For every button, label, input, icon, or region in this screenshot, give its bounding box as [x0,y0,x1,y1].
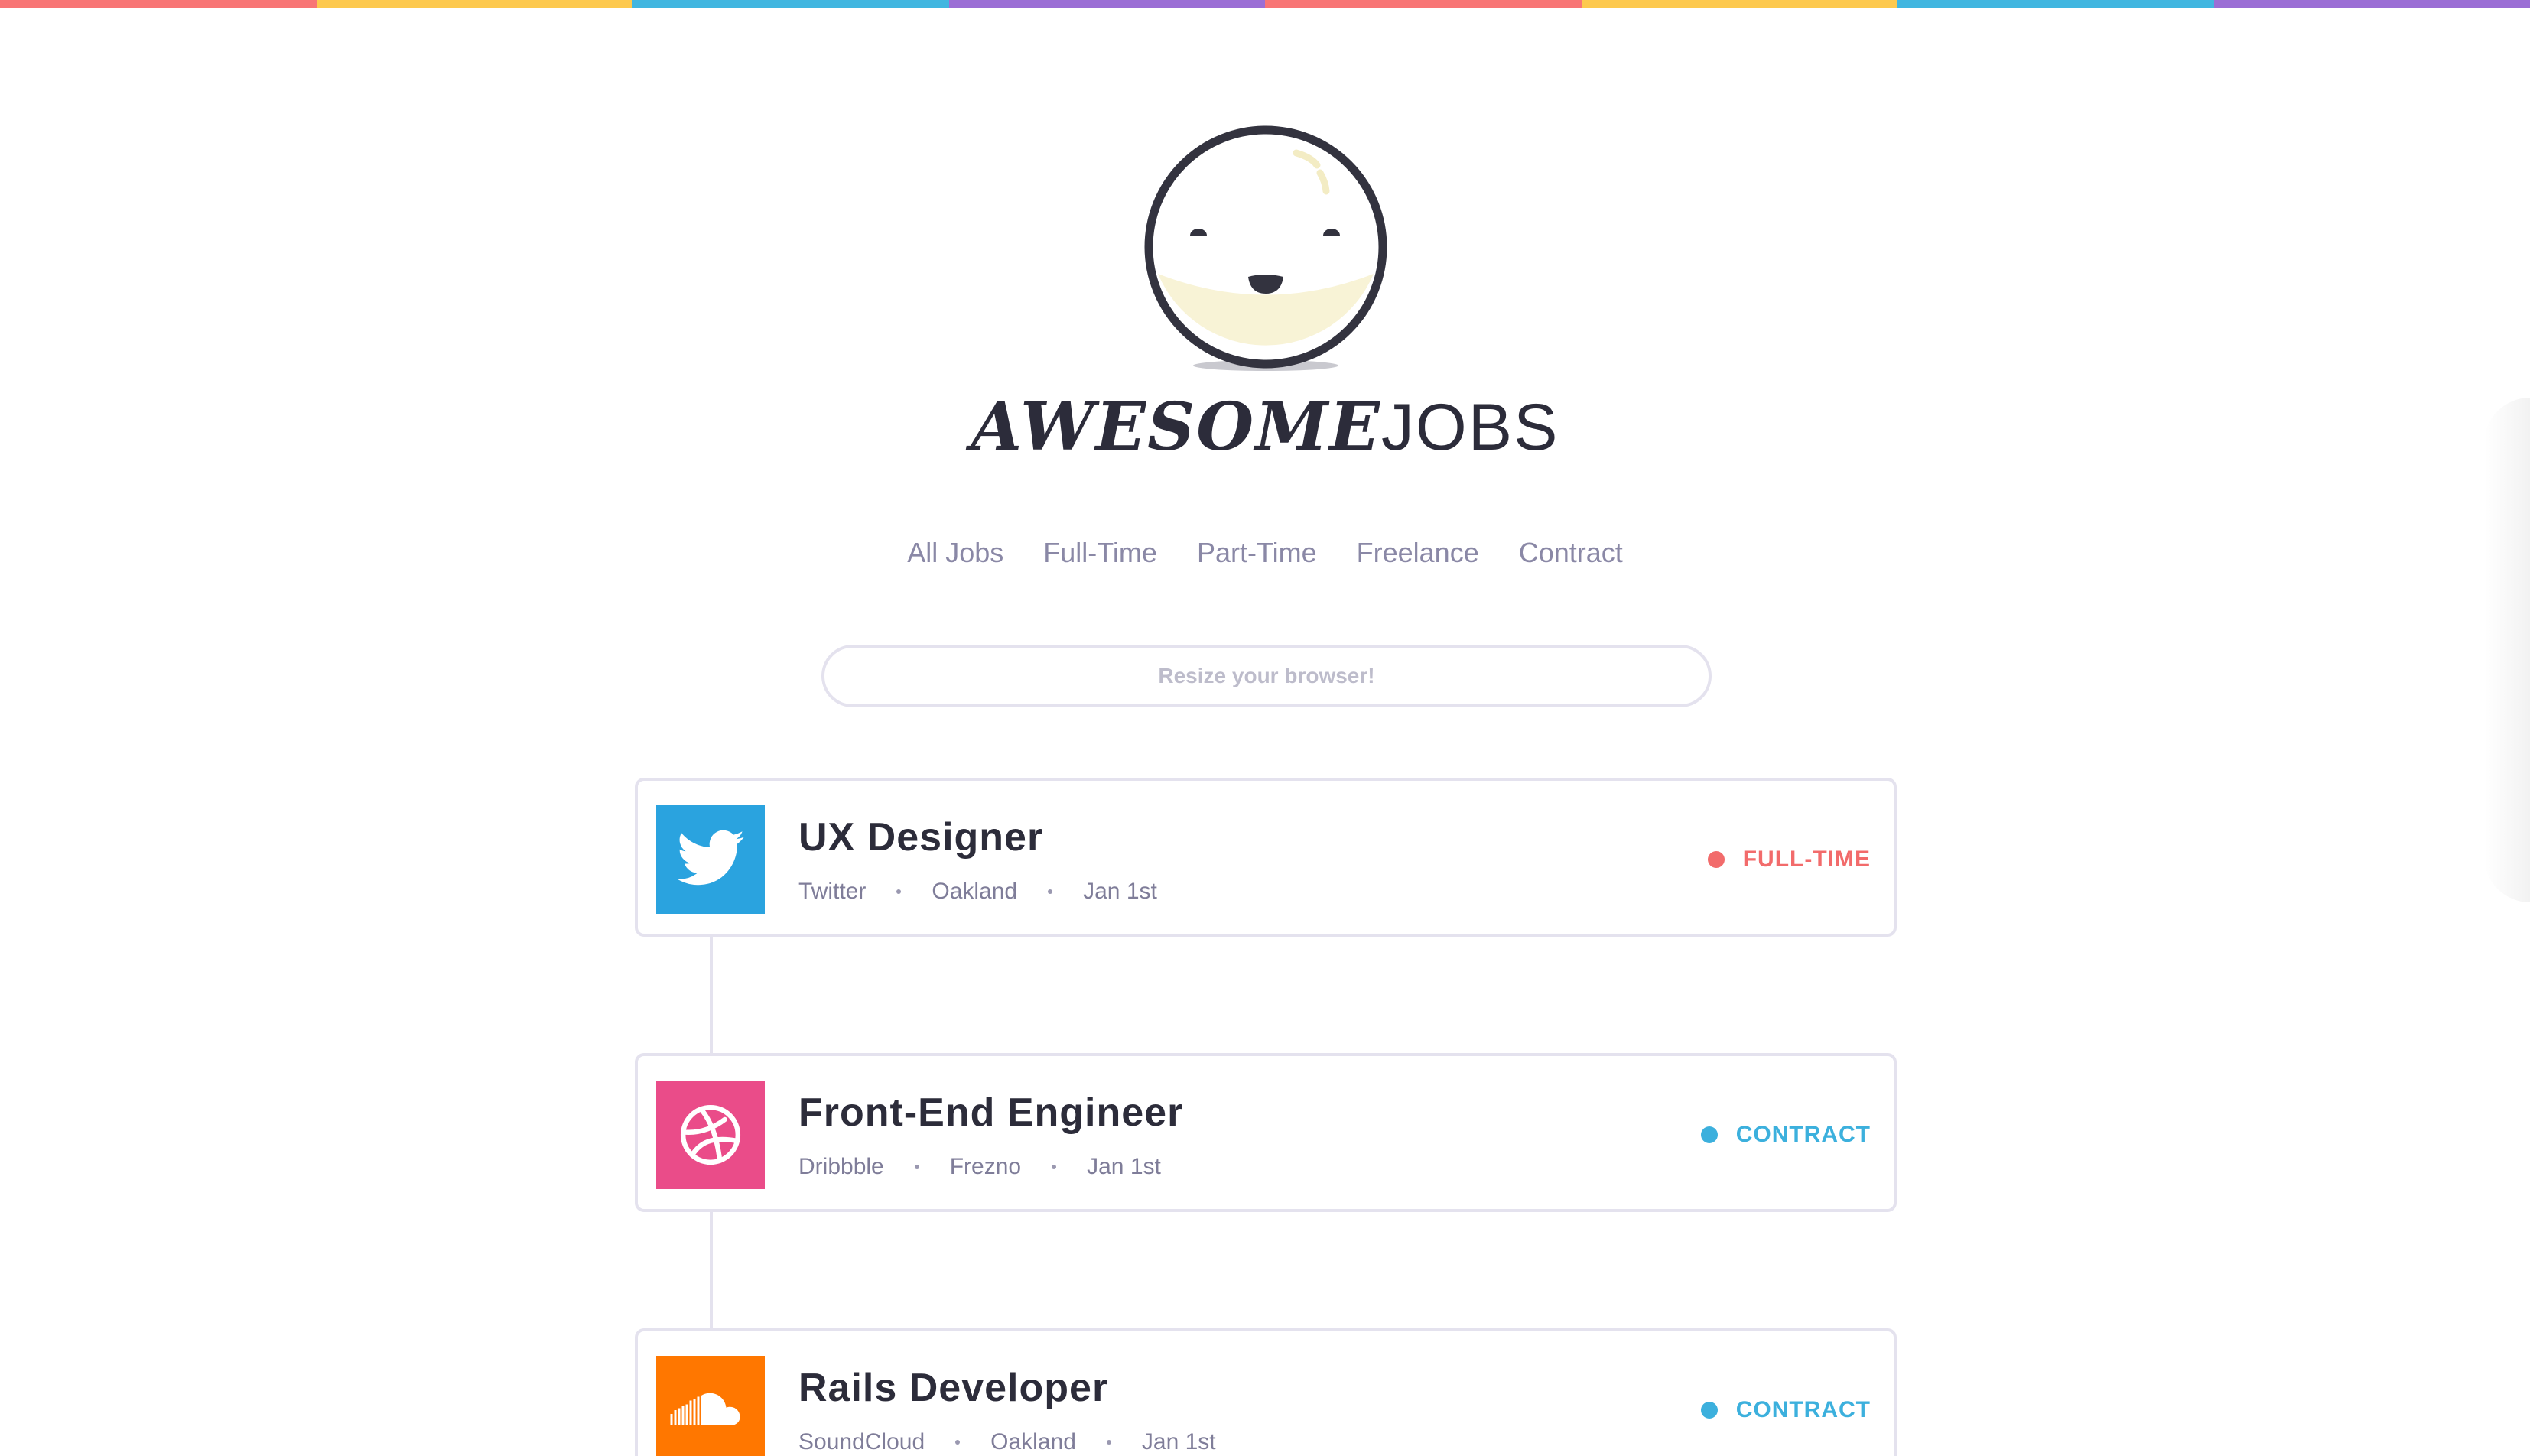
job-company: Twitter [798,879,867,904]
job-title[interactable]: UX Designer [798,814,1043,860]
job-card-rails-developer[interactable]: Rails Developer SoundCloud Oakland Jan 1… [635,1328,1897,1456]
smiley-logo-icon[interactable] [1140,121,1392,381]
company-logo [656,805,765,914]
meta-separator [896,889,902,894]
meta-separator [1106,1440,1111,1445]
job-meta: Dribbble Frezno Jan 1st [798,1154,1161,1180]
job-date: Jan 1st [1141,1429,1216,1454]
edge-shadow [2484,398,2530,902]
job-date: Jan 1st [1083,879,1157,904]
job-card-ux-designer[interactable]: UX Designer Twitter Oakland Jan 1st FULL… [635,778,1897,937]
job-company: SoundCloud [798,1429,925,1454]
nav-full-time[interactable]: Full-Time [1043,537,1157,569]
timeline-connector [710,936,713,1055]
job-type-dot [1700,1402,1718,1419]
job-type-label: CONTRACT [1735,1122,1871,1147]
job-location: Frezno [949,1154,1022,1179]
nav-part-time[interactable]: Part-Time [1197,537,1317,569]
job-type-dot [1700,1126,1718,1143]
company-logo [656,1081,765,1189]
nav-freelance[interactable]: Freelance [1357,537,1479,569]
brand-wordmark: AWESOMEJOBS [0,388,2530,466]
meta-separator [1052,1165,1057,1169]
soundcloud-cloud-icon [670,1393,740,1425]
company-logo [656,1356,765,1456]
job-filter-nav: All Jobs Full-Time Part-Time Freelance C… [0,537,2530,569]
job-meta: SoundCloud Oakland Jan 1st [798,1429,1216,1455]
dribbble-ball-icon [680,1104,741,1165]
job-card-front-end-engineer[interactable]: Front-End Engineer Dribbble Frezno Jan 1… [635,1053,1897,1212]
job-type-badge: FULL-TIME [1707,847,1871,873]
meta-separator [1048,889,1053,894]
rainbow-segment [1898,0,2214,8]
brand-part-awesome: AWESOME [971,388,1381,466]
job-company: Dribbble [798,1154,884,1179]
job-title[interactable]: Front-End Engineer [798,1090,1183,1136]
rainbow-segment [1265,0,1582,8]
meta-separator [914,1165,919,1169]
rainbow-segment [316,0,632,8]
nav-all-jobs[interactable]: All Jobs [907,537,1003,569]
job-type-label: CONTRACT [1735,1397,1871,1422]
twitter-bird-icon [677,830,744,886]
job-type-badge: CONTRACT [1700,1122,1871,1148]
job-type-dot [1707,851,1725,868]
rainbow-segment [0,0,317,8]
rainbow-bar [0,0,2530,8]
page: AWESOMEJOBS All Jobs Full-Time Part-Time… [0,0,2530,1456]
job-location: Oakland [932,879,1018,904]
job-date: Jan 1st [1087,1154,1161,1179]
job-type-badge: CONTRACT [1700,1397,1871,1423]
meta-separator [955,1440,961,1445]
brand-part-jobs: JOBS [1380,391,1559,464]
search-input[interactable] [821,645,1712,707]
rainbow-segment [948,0,1265,8]
rainbow-segment [2213,0,2530,8]
job-title[interactable]: Rails Developer [798,1365,1108,1411]
job-meta: Twitter Oakland Jan 1st [798,879,1157,905]
nav-contract[interactable]: Contract [1519,537,1623,569]
job-location: Oakland [990,1429,1076,1454]
timeline-connector [710,1211,713,1331]
rainbow-segment [1581,0,1898,8]
job-type-label: FULL-TIME [1742,847,1871,872]
rainbow-segment [632,0,949,8]
